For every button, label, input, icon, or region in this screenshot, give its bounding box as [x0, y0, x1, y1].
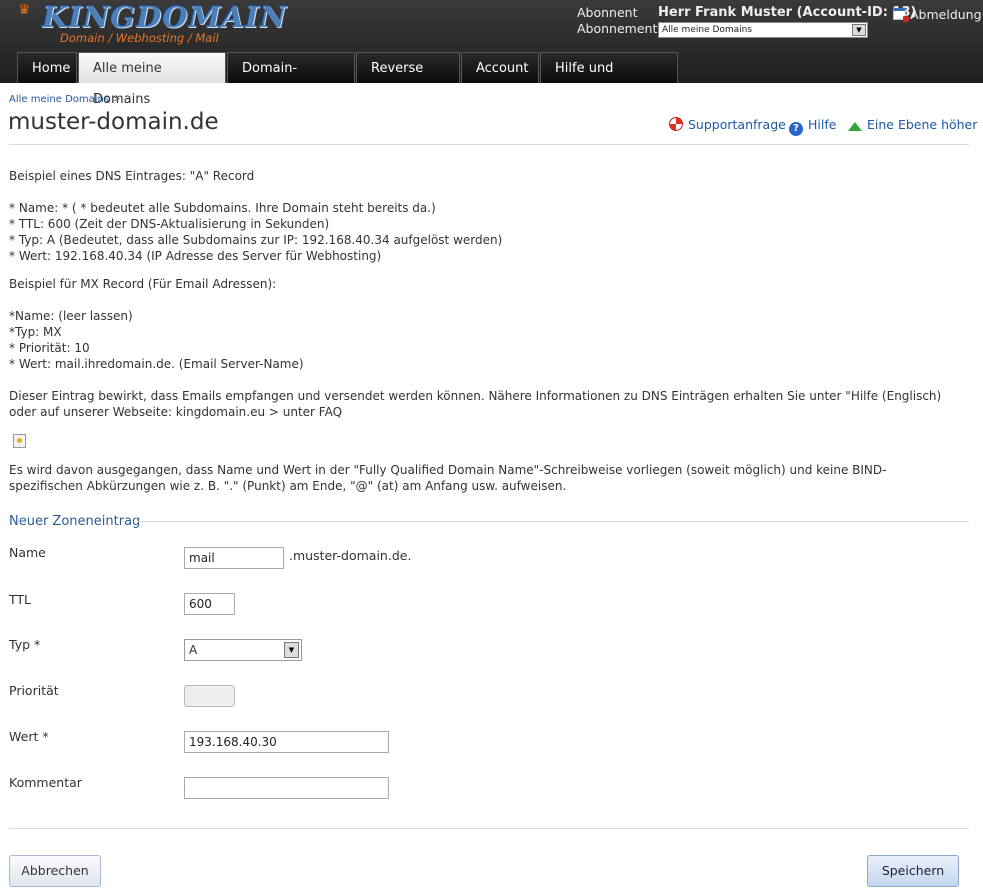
help-link[interactable]: ? Hilfe: [789, 117, 836, 136]
breadcrumb-link[interactable]: Alle meine Domains: [9, 94, 109, 105]
fqdn-note: Es wird davon ausgegangen, dass Name und…: [9, 463, 887, 493]
level-up-link[interactable]: Eine Ebene höher: [848, 117, 977, 132]
logout-link[interactable]: Abmeldung: [893, 7, 982, 22]
mx-record-line-4: * Wert: mail.ihredomain.de. (Email Serve…: [9, 357, 304, 371]
dns-info-note: Dieser Eintrag bewirkt, dass Emails empf…: [9, 389, 942, 419]
brand-tagline: Domain / Webhosting / Mail: [60, 31, 219, 45]
name-label: Name: [9, 545, 46, 560]
main-nav: Home Alle meine Domains Domain-Kontakte …: [17, 52, 679, 107]
logout-icon: [893, 8, 909, 22]
support-link-label: Supportanfrage: [688, 117, 786, 132]
help-icon: ?: [789, 122, 803, 136]
brand-logo[interactable]: ♛ KINGDOMAIN Domain / Webhosting / Mail: [18, 0, 286, 46]
support-icon: [669, 117, 683, 131]
page-title: muster-domain.de: [8, 109, 219, 135]
tab-domain-contacts[interactable]: Domain-Kontakte: [227, 52, 355, 107]
tab-all-domains[interactable]: Alle meine Domains: [78, 52, 226, 107]
chevron-down-icon: ▼: [284, 642, 299, 658]
arrow-up-icon: [848, 122, 862, 131]
tab-home[interactable]: Home: [17, 52, 77, 83]
value-label: Wert *: [9, 729, 49, 744]
brand-name: KINGDOMAIN: [42, 0, 288, 34]
mx-record-line-3: * Priorität: 10: [9, 341, 90, 355]
subscription-select-value: Alle meine Domains: [662, 25, 753, 35]
a-record-line-3: * Typ: A (Bedeutet, dass alle Subdomains…: [9, 233, 503, 247]
help-link-label: Hilfe: [808, 117, 837, 132]
cancel-button[interactable]: Abbrechen: [9, 855, 101, 887]
tab-reverse-dns[interactable]: Reverse DNS: [356, 52, 460, 107]
subscriber-label: Abonnent: [577, 5, 638, 20]
support-link[interactable]: Supportanfrage: [669, 117, 786, 132]
value-input[interactable]: 193.168.40.30: [184, 731, 389, 753]
mx-record-intro: Beispiel für MX Record (Für Email Adress…: [9, 277, 277, 291]
subscription-select[interactable]: Alle meine Domains ▼: [658, 22, 868, 38]
tab-account[interactable]: Account: [461, 52, 539, 83]
a-record-line-4: * Wert: 192.168.40.34 (IP Adresse des Se…: [9, 249, 382, 263]
crown-icon: ♛: [18, 2, 31, 18]
account-user: Herr Frank Muster (Account-ID: 13): [658, 5, 917, 20]
priority-input: [184, 685, 235, 707]
name-input[interactable]: mail: [184, 547, 284, 569]
ttl-label: TTL: [9, 592, 32, 607]
type-select-value: A: [189, 643, 198, 657]
save-button[interactable]: Speichern: [867, 855, 959, 887]
a-record-line-2: * TTL: 600 (Zeit der DNS-Aktualisierung …: [9, 217, 330, 231]
domain-suffix: .muster-domain.de.: [289, 548, 412, 563]
header-bar: ♛ KINGDOMAIN Domain / Webhosting / Mail …: [0, 0, 983, 107]
tab-help-support[interactable]: Hilfe und Support: [540, 52, 678, 107]
breadcrumb: Alle meine Domains >: [9, 94, 121, 105]
section-divider: [138, 521, 969, 522]
logout-label: Abmeldung: [910, 7, 982, 22]
type-label: Typ *: [9, 637, 41, 652]
mx-record-line-1: *Name: (leer lassen): [9, 309, 133, 323]
title-divider: [9, 144, 969, 145]
a-record-intro: Beispiel eines DNS Eintrages: "A" Record: [9, 169, 255, 183]
mx-record-line-2: *Typ: MX: [9, 325, 62, 339]
chevron-down-icon: ▼: [852, 24, 866, 36]
section-title: Neuer Zoneneintrag: [9, 514, 141, 529]
type-select[interactable]: A ▼: [184, 639, 302, 661]
a-record-line-1: * Name: * ( * bedeutet alle Subdomains. …: [9, 201, 436, 215]
edit-icon[interactable]: [13, 434, 26, 448]
comment-label: Kommentar: [9, 775, 82, 790]
comment-input[interactable]: [184, 777, 389, 799]
ttl-input[interactable]: 600: [184, 593, 235, 615]
priority-label: Priorität: [9, 683, 59, 698]
level-up-link-label: Eine Ebene höher: [867, 117, 978, 132]
breadcrumb-separator: >: [112, 94, 121, 105]
subscription-label: Abonnement: [577, 21, 658, 36]
form-divider: [9, 828, 969, 829]
